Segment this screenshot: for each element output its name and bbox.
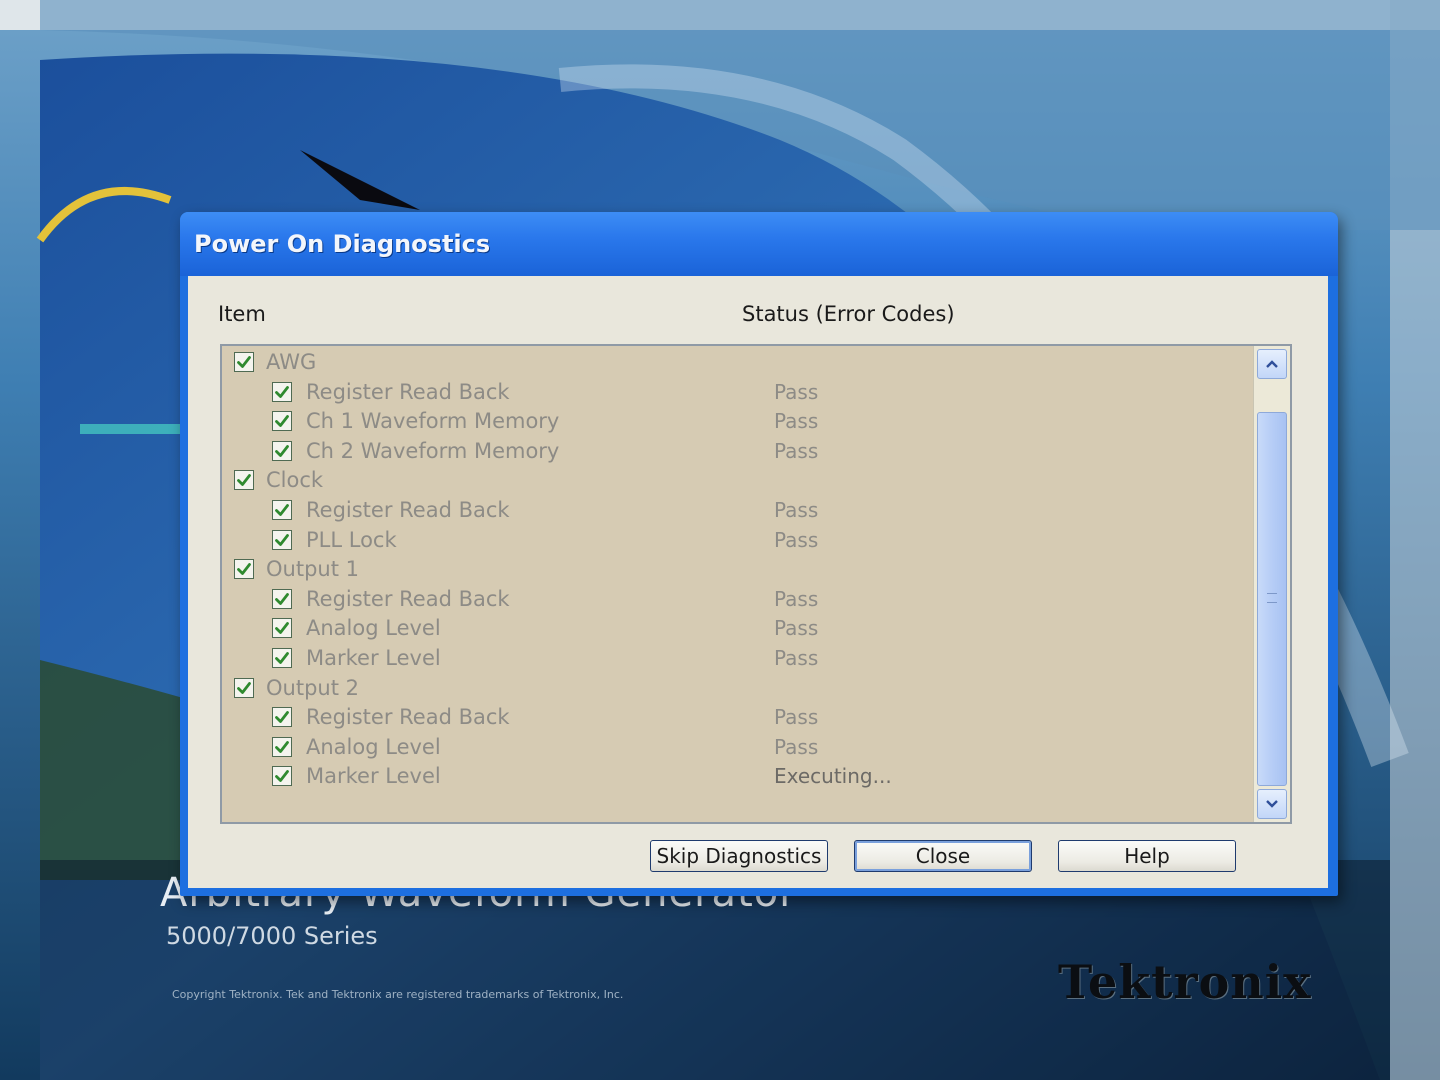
item-status: Pass (774, 527, 819, 552)
item-checkbox[interactable] (272, 766, 292, 787)
chevron-down-icon (1265, 794, 1279, 813)
item-label: Ch 2 Waveform Memory (306, 438, 560, 463)
item-label: Register Read Back (306, 379, 510, 404)
item-label: Register Read Back (306, 705, 510, 730)
tree-item-row[interactable]: PLL Lock Pass (222, 526, 1252, 556)
item-label: PLL Lock (306, 527, 397, 552)
tree-group-row[interactable]: Output 2 (222, 674, 1252, 704)
item-checkbox[interactable] (234, 470, 254, 491)
item-checkbox[interactable] (272, 588, 292, 609)
close-button[interactable]: Close (854, 840, 1032, 872)
item-checkbox[interactable] (272, 411, 292, 432)
item-checkbox[interactable] (272, 440, 292, 461)
tree-item-row[interactable]: Analog Level Pass (222, 614, 1252, 644)
tree-item-row[interactable]: Analog Level Pass (222, 733, 1252, 763)
dialog-title: Power On Diagnostics (194, 230, 491, 258)
item-checkbox[interactable] (234, 559, 254, 580)
scrollbar-grip-icon (1267, 593, 1277, 603)
tree-group-row[interactable]: Clock (222, 466, 1252, 496)
item-status: Executing... (774, 764, 892, 789)
item-label: Marker Level (306, 764, 441, 789)
item-checkbox[interactable] (272, 381, 292, 402)
item-label: Output 1 (266, 557, 359, 582)
scroll-up-button[interactable] (1257, 349, 1287, 379)
tree-item-row[interactable]: Register Read Back Pass (222, 378, 1252, 408)
chevron-up-icon (1265, 354, 1279, 373)
tree-item-row[interactable]: Register Read Back Pass (222, 585, 1252, 615)
item-status: Pass (774, 438, 819, 463)
item-status: Pass (774, 497, 819, 522)
tree-item-row[interactable]: Ch 2 Waveform Memory Pass (222, 437, 1252, 467)
item-checkbox[interactable] (272, 736, 292, 757)
item-status: Pass (774, 616, 819, 641)
item-label: Analog Level (306, 734, 441, 759)
item-status: Pass (774, 645, 819, 670)
tree-item-row[interactable]: Register Read Back Pass (222, 703, 1252, 733)
scrollbar-thumb[interactable] (1257, 412, 1287, 786)
dialog-client-area: Item Status (Error Codes) AWG Register Re… (188, 276, 1328, 888)
item-label: Ch 1 Waveform Memory (306, 409, 560, 434)
column-header-item: Item (218, 302, 266, 326)
item-label: Register Read Back (306, 497, 510, 522)
splash-series-label: 5000/7000 Series (166, 922, 378, 950)
item-status: Pass (774, 379, 819, 404)
tree-group-row[interactable]: AWG (222, 348, 1252, 378)
item-status: Pass (774, 409, 819, 434)
power-on-diagnostics-dialog: Power On Diagnostics Item Status (Error … (180, 212, 1338, 896)
splash-copyright: Copyright Tektronix. Tek and Tektronix a… (172, 988, 624, 1001)
tree-item-row[interactable]: Marker Level Executing... (222, 762, 1252, 792)
item-checkbox[interactable] (272, 499, 292, 520)
item-checkbox[interactable] (272, 529, 292, 550)
skip-diagnostics-button[interactable]: Skip Diagnostics (650, 840, 828, 872)
help-button[interactable]: Help (1058, 840, 1236, 872)
item-checkbox[interactable] (234, 352, 254, 372)
vertical-scrollbar[interactable] (1253, 346, 1290, 822)
item-label: Output 2 (266, 675, 359, 700)
item-status: Pass (774, 734, 819, 759)
tree-item-row[interactable]: Ch 1 Waveform Memory Pass (222, 407, 1252, 437)
item-label: Register Read Back (306, 586, 510, 611)
item-checkbox[interactable] (272, 618, 292, 639)
tree-item-row[interactable]: Register Read Back Pass (222, 496, 1252, 526)
item-label: Clock (266, 468, 324, 493)
item-checkbox[interactable] (272, 647, 292, 668)
dialog-titlebar[interactable]: Power On Diagnostics (180, 212, 1338, 276)
tree-group-row[interactable]: Output 1 (222, 555, 1252, 585)
item-checkbox[interactable] (272, 707, 292, 728)
diagnostics-rows: AWG Register Read Back Pass Ch 1 Waveform M… (222, 348, 1252, 792)
desktop-screen: Arbitrary Waveform Generator 5000/7000 S… (0, 0, 1440, 1080)
tektronix-logo: Tektronix (1058, 955, 1312, 1009)
item-label: AWG (266, 350, 317, 374)
column-header-status: Status (Error Codes) (742, 302, 955, 326)
item-label: Marker Level (306, 645, 441, 670)
diagnostics-tree-list[interactable]: AWG Register Read Back Pass Ch 1 Waveform M… (220, 344, 1292, 824)
item-status: Pass (774, 705, 819, 730)
scroll-down-button[interactable] (1257, 789, 1287, 819)
item-checkbox[interactable] (234, 677, 254, 698)
tree-item-row[interactable]: Marker Level Pass (222, 644, 1252, 674)
item-label: Analog Level (306, 616, 441, 641)
item-status: Pass (774, 586, 819, 611)
